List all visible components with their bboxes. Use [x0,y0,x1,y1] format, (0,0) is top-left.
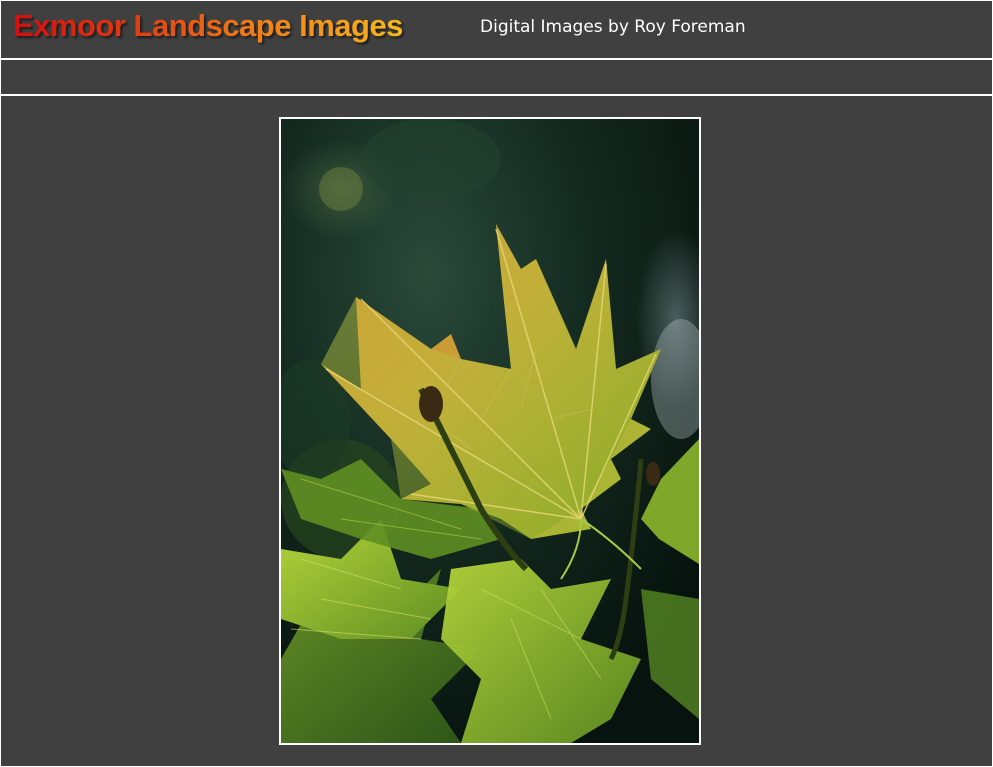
maple-leaf-photo [281,119,699,743]
nav-bar [1,60,992,94]
site-header: Exmoor Landscape Images Digital Images b… [1,1,992,58]
nav-divider [1,94,992,96]
site-title[interactable]: Exmoor Landscape Images [13,8,403,44]
featured-photo[interactable] [279,117,701,745]
site-subtitle: Digital Images by Roy Foreman [480,17,746,37]
